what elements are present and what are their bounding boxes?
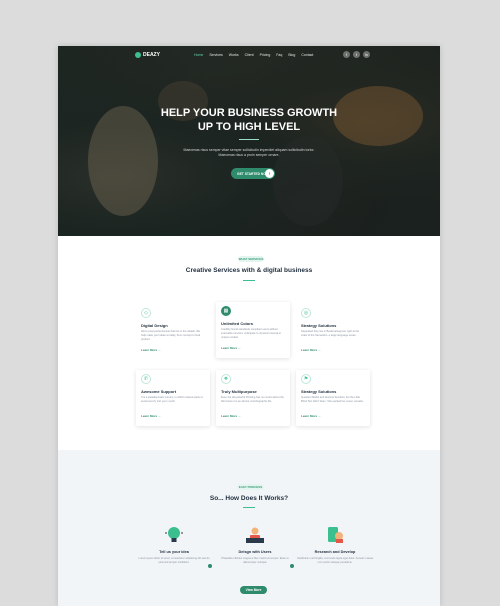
- hero-section: DEAZY Home Services Works Client Pricing…: [58, 46, 440, 236]
- nav-item-client[interactable]: Client: [245, 53, 254, 57]
- social-links: f t in: [343, 51, 370, 58]
- research-icon: [324, 526, 346, 544]
- palette-icon: ▦: [221, 306, 231, 316]
- service-card-title: Digital Design: [141, 323, 168, 328]
- step-title: Tell us your idea: [159, 550, 189, 554]
- learn-more-link[interactable]: Learn More →: [221, 414, 241, 418]
- hero-title: HELP YOUR BUSINESS GROWTH UP TO HIGH LEV…: [58, 106, 440, 134]
- twitter-icon[interactable]: t: [353, 51, 360, 58]
- step-title: Deisgn with Users: [238, 550, 272, 554]
- learn-more-link[interactable]: Learn More →: [141, 348, 161, 352]
- service-card-desc: Even the all-powerful Pointing has no co…: [221, 396, 284, 403]
- learn-more-label: Learn More: [301, 414, 318, 418]
- step-connector-dot: [290, 564, 294, 568]
- step-desc: Lorem ipsum dolor sit amet, consectetur …: [138, 557, 210, 564]
- learn-more-label: Learn More: [221, 414, 238, 418]
- how-divider: [243, 507, 255, 508]
- nav-item-home[interactable]: Home: [194, 53, 203, 57]
- learn-more-label: Learn More: [141, 414, 158, 418]
- service-card-title: Unlimited Colors: [221, 321, 254, 326]
- design-icon: ◇: [141, 308, 151, 318]
- service-card-title: Awesome Support: [141, 389, 177, 394]
- nav-item-blog[interactable]: Blog: [288, 53, 295, 57]
- learn-more-label: Learn More: [221, 346, 238, 350]
- learn-more-link[interactable]: Learn More →: [141, 414, 161, 418]
- arrow-right-icon: ›: [265, 169, 274, 178]
- service-card-desc: Separated they live in Bookmarksgrove ri…: [301, 330, 360, 337]
- service-card-title: Strategy Solutions: [301, 323, 337, 328]
- how-it-works-section: EASY PROCESS So... How Does It Works? Te…: [58, 450, 440, 606]
- step-desc: Phasellus ultricies magna a liber maximu…: [221, 557, 289, 564]
- lightbulb-icon: [163, 526, 185, 544]
- learn-more-link[interactable]: Learn More →: [301, 348, 321, 352]
- view-more-button[interactable]: View More: [240, 586, 267, 594]
- service-card-desc: Question Marks and devious Semikoli, but…: [301, 396, 364, 403]
- process-step: Research and Develop Vestibulum vel frin…: [295, 526, 375, 565]
- learn-more-link[interactable]: Learn More →: [221, 346, 241, 350]
- step-desc: Vestibulum vel fringilla, commodo ligula…: [297, 557, 373, 564]
- step-title: Research and Develop: [314, 550, 356, 554]
- services-tag: WHAT SERVICES: [238, 256, 264, 262]
- service-card[interactable]: ◎ Strategy Solutions Separated they live…: [296, 304, 370, 360]
- solutions-icon: ⚑: [301, 374, 311, 384]
- nav-item-works[interactable]: Works: [229, 53, 239, 57]
- services-title: Creative Services with & digital busines…: [185, 267, 313, 274]
- hero-title-line-1: HELP YOUR BUSINESS GROWTH: [160, 107, 338, 119]
- nav-item-services[interactable]: Services: [209, 53, 222, 57]
- step-connector-dot: [208, 564, 212, 568]
- service-card-desc: Credibly brand standards compliant users…: [221, 328, 282, 339]
- designer-icon: [244, 526, 266, 544]
- service-card-title: Truly Multipurpose: [221, 389, 257, 394]
- service-card[interactable]: ◇ Digital Design We're pixel-perfectioni…: [136, 304, 210, 360]
- support-icon: ✆: [141, 374, 151, 384]
- landing-page: DEAZY Home Services Works Client Pricing…: [58, 46, 440, 606]
- hero-divider: [239, 139, 259, 140]
- service-card[interactable]: ✆ Awesome Support It is a paradisematic …: [136, 370, 210, 426]
- get-started-button[interactable]: GET STARTED NOW ›: [231, 168, 275, 179]
- strategy-icon: ◎: [301, 308, 311, 318]
- service-card[interactable]: ⚑ Strategy Solutions Question Marks and …: [296, 370, 370, 426]
- hero-subtitle: Maecenas risus semper vitae semper solli…: [183, 148, 315, 157]
- learn-more-link[interactable]: Learn More →: [301, 414, 321, 418]
- linkedin-icon[interactable]: in: [363, 51, 370, 58]
- service-card-title: Strategy Solutions: [301, 389, 337, 394]
- nav-item-pricing[interactable]: Pricing: [260, 53, 271, 57]
- process-step: Deisgn with Users Phasellus ultricies ma…: [215, 526, 295, 565]
- process-step: Tell us your idea Lorem ipsum dolor sit …: [134, 526, 214, 565]
- learn-more-label: Learn More: [141, 348, 158, 352]
- how-tag: EASY PROCESS: [237, 484, 264, 490]
- service-card[interactable]: ▦ Unlimited Colors Credibly brand standa…: [216, 302, 290, 358]
- top-navigation: DEAZY Home Services Works Client Pricing…: [58, 46, 440, 64]
- nav-item-contact[interactable]: Contact: [301, 53, 313, 57]
- nav-links: Home Services Works Client Pricing Faq B…: [194, 53, 313, 57]
- nav-item-faq[interactable]: Faq: [276, 53, 282, 57]
- service-card-desc: It is a paradisematic country, in which …: [141, 396, 203, 403]
- multipurpose-icon: ❖: [221, 374, 231, 384]
- service-card-desc: We're pixel-perfectionists that live in …: [141, 330, 201, 341]
- hero-title-line-2: UP TO HIGH LEVEL: [197, 121, 301, 133]
- facebook-icon[interactable]: f: [343, 51, 350, 58]
- logo-icon: [135, 52, 141, 58]
- brand-name: DEAZY: [143, 52, 160, 58]
- learn-more-label: Learn More: [301, 348, 318, 352]
- brand-logo[interactable]: DEAZY: [135, 52, 160, 58]
- how-title: So... How Does It Works?: [209, 495, 289, 502]
- service-card[interactable]: ❖ Truly Multipurpose Even the all-powerf…: [216, 370, 290, 426]
- services-divider: [243, 280, 255, 281]
